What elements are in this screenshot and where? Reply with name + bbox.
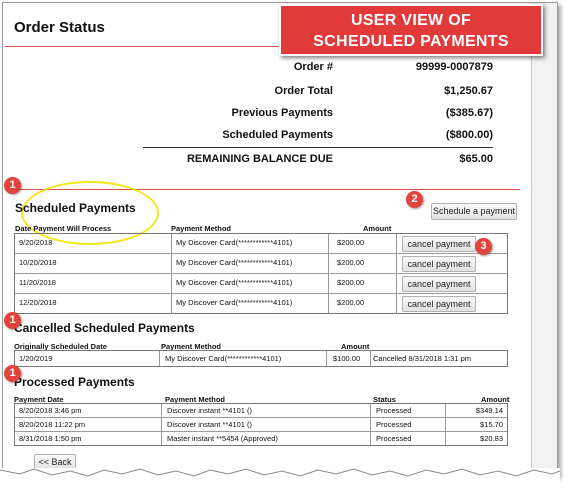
- summary-value: $1,250.67: [444, 85, 493, 97]
- payment-method: My Discover Card(************4101): [176, 238, 293, 247]
- table-row: 8/31/2018 1:50 pm Master instant **5454 …: [15, 432, 507, 445]
- schedule-payment-button[interactable]: Schedule a payment: [431, 203, 517, 220]
- scheduled-payments-title: Scheduled Payments: [15, 201, 136, 215]
- summary-row-order-number: Order # 99999-0007879: [143, 61, 493, 77]
- scheduled-payments-table: 9/20/2018 My Discover Card(************4…: [14, 233, 508, 314]
- annotation-callout: USER VIEW OF SCHEDULED PAYMENTS: [279, 4, 543, 56]
- summary-value: 99999-0007879: [415, 61, 493, 73]
- payment-amount: $100.00: [333, 354, 361, 363]
- summary-divider: [143, 147, 493, 148]
- table-row: 8/20/2018 11:22 pm Discover instant **41…: [15, 418, 507, 432]
- payment-amount: $20.83: [480, 434, 503, 443]
- table-row: 9/20/2018 My Discover Card(************4…: [15, 234, 507, 254]
- annotation-marker: 1: [4, 312, 21, 329]
- payment-amount: $349.14: [475, 406, 503, 415]
- payment-date: 8/20/2018 3:46 pm: [19, 406, 82, 415]
- annotation-marker: 1: [4, 365, 21, 382]
- summary-label: REMAINING BALANCE DUE: [186, 153, 333, 165]
- payment-amount: $200.00: [337, 258, 365, 267]
- cancel-status: Cancelled 8/31/2018 1:31 pm: [373, 354, 471, 363]
- cancelled-payments-table: 1/20/2019 My Discover Card(************4…: [14, 350, 508, 367]
- payment-method: Master instant **5454 (Approved): [167, 434, 278, 443]
- summary-row-remaining-balance: REMAINING BALANCE DUE $65.00: [143, 153, 493, 169]
- right-page-margin: [531, 3, 557, 476]
- column-header-method: Payment Method: [171, 224, 232, 233]
- summary-row-order-total: Order Total $1,250.67: [143, 85, 493, 101]
- annotation-marker: 2: [406, 191, 423, 208]
- cancel-payment-button[interactable]: cancel payment: [402, 236, 476, 252]
- payment-date: 8/31/2018 1:50 pm: [19, 434, 82, 443]
- table-row: 10/20/2018 My Discover Card(************…: [15, 254, 507, 274]
- summary-label: Previous Payments: [231, 107, 334, 119]
- payment-method: Discover instant **4101 (): [167, 406, 253, 415]
- processed-payments-title: Processed Payments: [14, 375, 135, 389]
- summary-row-previous-payments: Previous Payments ($385.67): [143, 107, 494, 123]
- page-title: Order Status: [14, 19, 105, 36]
- scheduled-date: 1/20/2019: [19, 354, 53, 363]
- column-header-amount: Amount: [363, 224, 392, 233]
- cancel-payment-button[interactable]: cancel payment: [402, 276, 476, 292]
- table-row: 11/20/2018 My Discover Card(************…: [15, 274, 507, 294]
- payment-date: 9/20/2018: [19, 238, 53, 247]
- payment-amount: $200.00: [337, 238, 365, 247]
- cancel-payment-button[interactable]: cancel payment: [402, 256, 476, 272]
- payment-method: My Discover Card(************4101): [165, 354, 282, 363]
- summary-label: Scheduled Payments: [222, 129, 333, 141]
- summary-value: ($800.00): [445, 129, 493, 141]
- table-row: 8/20/2018 3:46 pm Discover instant **410…: [15, 404, 507, 418]
- payment-status: Processed: [376, 434, 412, 443]
- cancelled-payments-title: Cancelled Scheduled Payments: [14, 321, 195, 335]
- processed-payments-table: 8/20/2018 3:46 pm Discover instant **410…: [14, 403, 508, 446]
- payment-method: My Discover Card(************4101): [176, 258, 293, 267]
- annotation-marker: 1: [4, 177, 21, 194]
- payment-status: Processed: [376, 420, 412, 429]
- callout-line-1: USER VIEW OF: [350, 12, 472, 29]
- payment-date: 8/20/2018 11:22 pm: [19, 420, 86, 429]
- table-row: 12/20/2018 My Discover Card(************…: [15, 294, 507, 313]
- torn-paper-edge: [0, 468, 560, 495]
- payment-method: Discover instant **4101 (): [167, 420, 253, 429]
- payment-amount: $200.00: [337, 298, 365, 307]
- annotation-marker: 3: [475, 238, 492, 255]
- payment-date: 10/20/2018: [19, 258, 57, 267]
- summary-label: Order Total: [274, 85, 333, 97]
- summary-label: Order #: [293, 61, 333, 73]
- payment-amount: $200.00: [337, 278, 365, 287]
- cancel-payment-button[interactable]: cancel payment: [402, 296, 476, 312]
- summary-value: ($385.67): [445, 107, 493, 119]
- column-header-date: Date Payment Will Process: [15, 224, 112, 233]
- payment-amount: $15.70: [480, 420, 503, 429]
- table-row: 1/20/2019 My Discover Card(************4…: [15, 351, 507, 366]
- summary-row-scheduled-payments: Scheduled Payments ($800.00): [143, 129, 493, 145]
- order-status-page: Order Status Order # 99999-0007879 Order…: [2, 2, 558, 477]
- payment-method: My Discover Card(************4101): [176, 298, 293, 307]
- payment-status: Processed: [376, 406, 412, 415]
- payment-date: 12/20/2018: [19, 298, 57, 307]
- summary-value: $65.00: [459, 153, 493, 165]
- callout-line-2: SCHEDULED PAYMENTS: [313, 33, 509, 50]
- payment-method: My Discover Card(************4101): [176, 278, 293, 287]
- payment-date: 11/20/2018: [19, 278, 56, 287]
